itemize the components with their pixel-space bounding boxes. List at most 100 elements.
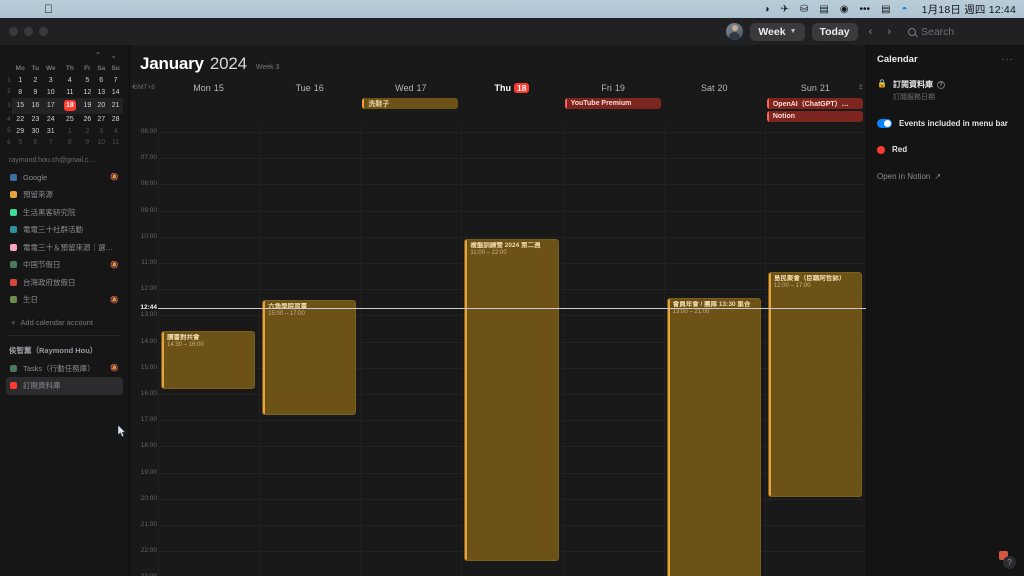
contrast-icon[interactable]: ◑ [764,4,770,15]
mini-cal-day[interactable]: 5 [12,137,29,149]
mini-cal-day[interactable]: 22 [12,114,29,126]
mini-cal-day[interactable]: 12 [80,87,94,99]
more-options-icon[interactable]: ··· [1001,54,1014,65]
mini-cal-day[interactable]: 2 [80,125,94,137]
calendar-list-item[interactable]: 電電三十＆預留來源｜選色板… [6,239,123,257]
calendar-list-item[interactable]: 生活黑客研究院 [6,204,123,222]
maximize-button[interactable] [39,27,48,36]
mini-cal-day[interactable]: 1 [12,75,29,87]
day-header-tue[interactable]: Tue 16 [259,79,360,96]
add-calendar-account-button[interactable]: + Add calendar account [0,309,129,327]
add-event-left-button[interactable]: + [131,82,136,91]
mini-cal-day[interactable]: 15 [11,98,29,114]
menubar-toggle-row[interactable]: Events included in menu bar [867,102,1024,128]
mini-cal-day[interactable]: 8 [12,87,29,99]
minimize-button[interactable] [24,27,33,36]
mini-calendar-prev[interactable]: ⌃ [95,51,102,60]
calendar-event[interactable]: 讀書對共會 14:30 – 16:00 [161,331,256,389]
mini-cal-day[interactable]: 20 [94,98,109,114]
calendar-list-item[interactable]: 生日 🔕 [6,291,123,309]
calendar-list-item[interactable]: 預留來源 [6,186,123,204]
document-icon[interactable]: ▤ [819,4,828,15]
ellipsis-icon[interactable]: ••• [860,4,871,15]
mini-cal-day[interactable]: 26 [80,114,94,126]
window-controls[interactable] [9,27,48,36]
calendar-color-swatch[interactable] [10,226,17,234]
mini-cal-today[interactable]: 18 [63,100,76,112]
mini-cal-day[interactable]: 13 [94,87,108,99]
database-icon[interactable]: ⛁ [800,4,808,15]
mini-cal-day[interactable]: 18 [59,98,81,114]
calendar-list-item[interactable]: 中国节假日 🔕 [6,256,123,274]
day-header-thu[interactable]: Thu 18 [461,79,562,96]
mini-cal-day[interactable]: 11 [59,87,80,99]
mini-cal-day[interactable]: 10 [42,87,59,99]
mini-cal-day[interactable]: 8 [59,137,80,149]
mini-cal-day[interactable]: 4 [108,125,123,137]
bell-off-icon[interactable]: 🔕 [110,296,119,304]
calendar-color-swatch[interactable] [10,261,17,269]
bell-off-icon[interactable]: 🔕 [110,364,119,372]
mini-cal-day[interactable]: 2 [28,75,42,87]
bell-off-icon[interactable]: 🔕 [110,173,119,181]
mini-cal-day[interactable]: 29 [12,125,29,137]
mini-cal-day[interactable]: 9 [80,137,94,149]
mini-cal-day[interactable]: 31 [42,125,59,137]
menubar-toggle[interactable] [877,119,892,128]
day-header-wed[interactable]: Wed 17 [360,79,461,96]
calendar-color-swatch[interactable] [10,382,17,390]
menubar-clock[interactable]: 1月18日 週四 12:44 [922,2,1016,17]
mini-cal-day[interactable]: 10 [94,137,108,149]
mini-cal-day[interactable]: 11 [108,137,123,149]
day-header-sat[interactable]: Sat 20 [664,79,765,96]
calendar-event[interactable]: 會員年會 / 團隊 13:30 集合 13:00 – 21:00 [666,298,761,576]
day-header-sun[interactable]: Sun 21 [765,79,866,96]
calendar-event[interactable]: 島民聚會（臣職阿哲師） 12:00 – 17:00 [767,272,862,497]
calendar-event[interactable]: 六角學院習書 15:00 – 17:00 [262,300,357,415]
mini-cal-day[interactable]: 27 [94,114,108,126]
calendar-color-row[interactable]: Red [867,128,1024,154]
mini-cal-day[interactable]: 4 [59,75,80,87]
color-swatch[interactable] [877,145,885,154]
calendar-color-swatch[interactable] [10,191,17,199]
mini-cal-day[interactable]: 9 [28,87,42,99]
calendar-list-item[interactable]: Tasks（行動任務庫） 🔕 [6,360,123,378]
calendar-color-swatch[interactable] [10,296,17,304]
mini-cal-day[interactable]: 21 [108,98,123,114]
mini-cal-day[interactable]: 6 [94,75,108,87]
mini-calendar-next[interactable]: ⌄ [110,51,117,60]
day-header-fri[interactable]: Fri 19 [563,79,664,96]
close-button[interactable] [9,27,18,36]
mini-cal-day[interactable]: 19 [80,98,95,114]
mini-cal-day[interactable]: 5 [80,75,94,87]
mini-cal-day[interactable]: 1 [59,125,80,137]
apple-menu-icon[interactable]:  [44,3,53,15]
calendar-color-swatch[interactable] [10,173,17,181]
rocket-icon[interactable]: ✈ [781,4,789,15]
view-selector[interactable]: Week ▼ [750,22,805,41]
search-input[interactable]: Search [908,26,1016,38]
help-icon[interactable]: ? [936,80,945,89]
calendar-list-item[interactable]: 訂閱資料庫 [6,377,123,395]
calendar-grid[interactable]: 06:00 07:00 08:00 09:00 10:00 11:00 12:00 13:00… [130,126,866,576]
mini-cal-day[interactable]: 23 [28,114,42,126]
all-day-event[interactable]: 洗鞋子 [362,98,459,109]
all-day-event[interactable]: YouTube Premium [564,98,661,109]
server-icon[interactable]: ▤ [881,4,890,15]
adjust-rows-button[interactable]: ± [859,82,863,91]
help-button[interactable]: ? [1003,556,1016,569]
mini-cal-day[interactable]: 16 [28,98,43,114]
calendar-color-swatch[interactable] [10,278,17,286]
mini-cal-day[interactable]: 24 [42,114,59,126]
prev-week-button[interactable]: ‹ [865,26,877,38]
avatar[interactable] [726,23,744,40]
browser-icon[interactable]: ◓ [902,4,908,15]
mini-cal-day[interactable]: 7 [42,137,59,149]
all-day-event[interactable]: OpenAI（ChatGPT）… [766,98,863,109]
mini-cal-day[interactable]: 30 [28,125,42,137]
open-in-notion-link[interactable]: Open in Notion ↗ [867,154,1024,181]
mini-cal-day[interactable]: 17 [42,98,60,114]
mini-cal-day[interactable]: 3 [42,75,59,87]
calendar-color-swatch[interactable] [10,208,17,216]
calendar-list-item[interactable]: Google 🔕 [6,169,123,187]
